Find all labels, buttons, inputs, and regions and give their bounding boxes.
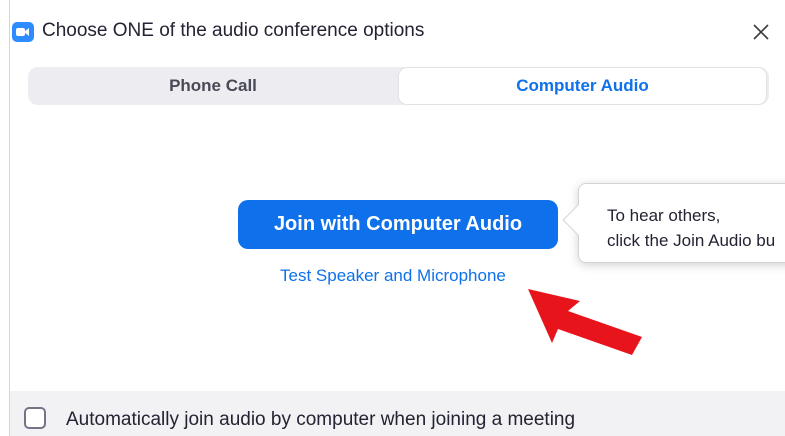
tab-computer-audio[interactable]: Computer Audio [399, 68, 766, 104]
tab-phone-call[interactable]: Phone Call [28, 67, 398, 105]
tooltip-line-2: click the Join Audio bu [607, 231, 776, 250]
close-button[interactable] [743, 14, 779, 50]
zoom-camera-icon [12, 22, 34, 42]
auto-join-checkbox[interactable] [24, 407, 46, 429]
join-computer-audio-button[interactable]: Join with Computer Audio [238, 200, 558, 249]
close-icon [753, 24, 769, 40]
test-speaker-microphone-link[interactable]: Test Speaker and Microphone [280, 266, 506, 286]
audio-options-window: Choose ONE of the audio conference optio… [9, 0, 785, 436]
window-title: Choose ONE of the audio conference optio… [42, 20, 425, 41]
tooltip-line-1: To hear others, [607, 206, 721, 225]
audio-tabs: Phone Call Computer Audio [28, 67, 769, 105]
auto-join-label[interactable]: Automatically join audio by computer whe… [66, 409, 575, 431]
tooltip-text: To hear others, click the Join Audio bu [607, 203, 785, 253]
title-bar: Choose ONE of the audio conference optio… [10, 0, 785, 58]
red-arrow-icon [528, 289, 642, 355]
